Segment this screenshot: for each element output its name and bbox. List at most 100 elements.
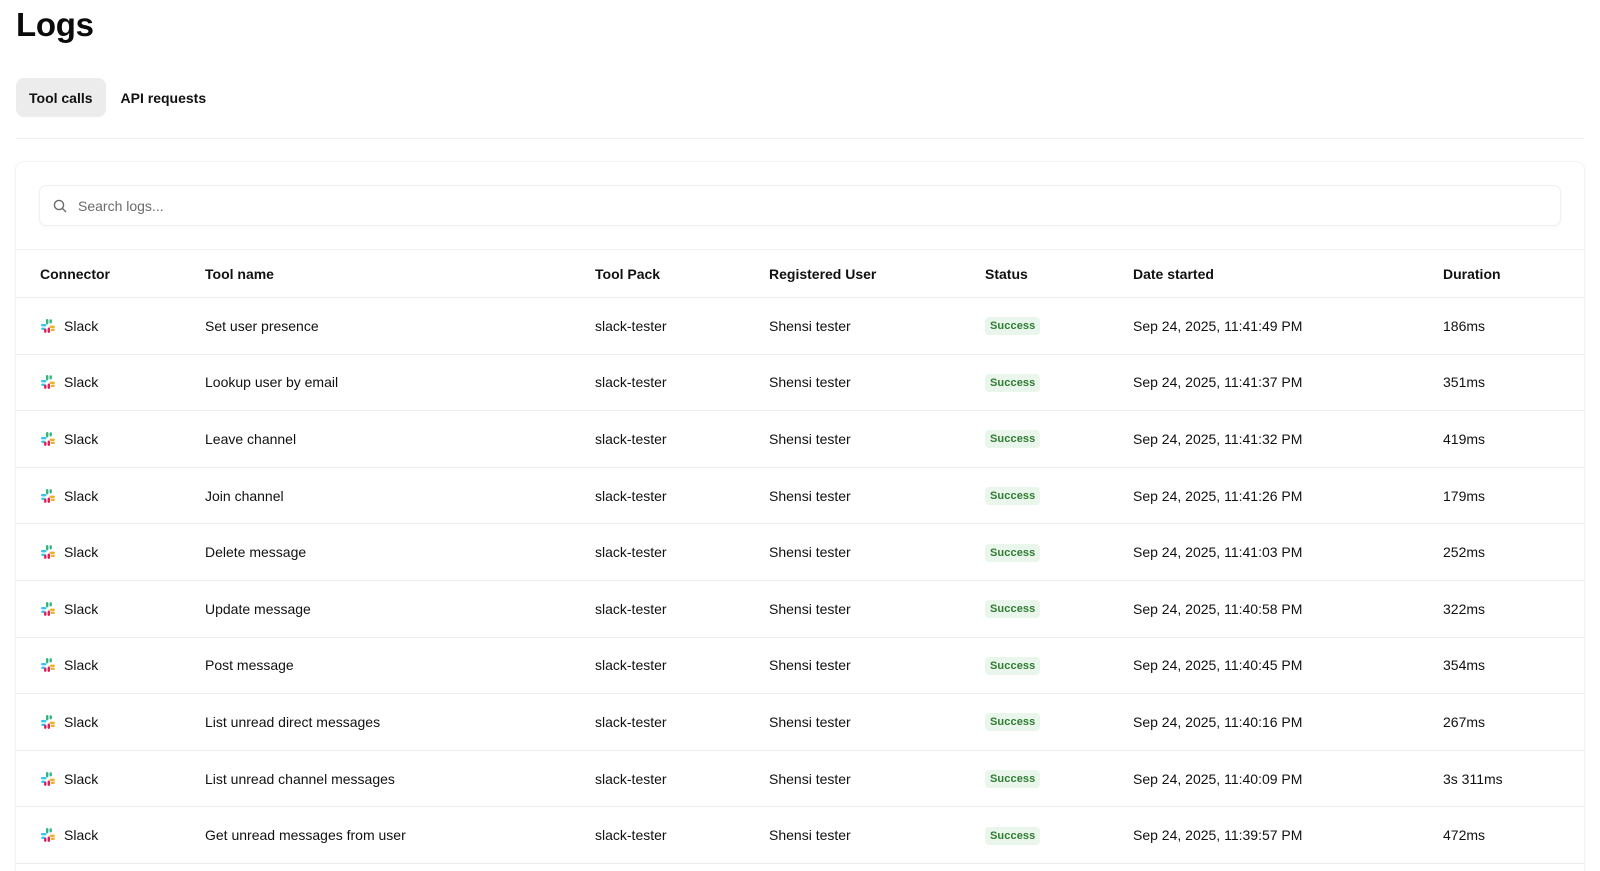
search-input[interactable] [78, 186, 1538, 225]
connector-cell: Slack [40, 431, 98, 447]
table-row[interactable]: Slack Leave channel slack-tester Shensi … [16, 411, 1584, 468]
table-row[interactable]: Slack Set user presence slack-tester She… [16, 298, 1584, 355]
connector-name: Slack [64, 374, 99, 391]
tab-api-requests[interactable]: API requests [108, 78, 220, 117]
registered-user: Shensi tester [769, 544, 851, 561]
status-cell: Success [985, 656, 1041, 675]
status-badge: Success [985, 600, 1041, 619]
duration: 3s 311ms [1443, 770, 1503, 787]
slack-icon [40, 374, 56, 390]
connector-cell: Slack [40, 544, 98, 560]
tool-pack: slack-tester [595, 374, 667, 391]
status-badge: Success [985, 543, 1041, 562]
status-cell: Success [985, 826, 1041, 845]
page-title: Logs [16, 6, 94, 43]
slack-icon [40, 431, 56, 447]
slack-icon [40, 601, 56, 617]
tab-tool-calls[interactable]: Tool calls [16, 78, 106, 117]
date-started: Sep 24, 2025, 11:41:49 PM [1133, 317, 1303, 334]
registered-user: Shensi tester [769, 657, 851, 674]
duration: 179ms [1443, 487, 1486, 504]
status-badge: Success [985, 770, 1041, 789]
tool-name: Leave channel [205, 430, 297, 447]
tool-pack: slack-tester [595, 487, 667, 504]
table-body: Slack Set user presence slack-tester She… [16, 298, 1584, 864]
table-row[interactable]: Slack Post message slack-tester Shensi t… [16, 638, 1584, 695]
connector-name: Slack [64, 317, 99, 334]
duration: 419ms [1443, 430, 1486, 447]
connector-name: Slack [64, 544, 99, 561]
duration: 472ms [1443, 827, 1486, 844]
status-cell: Success [985, 599, 1041, 619]
slack-icon [40, 544, 56, 560]
connector-cell: Slack [40, 827, 98, 843]
registered-user: Shensi tester [769, 430, 851, 447]
registered-user: Shensi tester [769, 374, 851, 391]
column-header-tool-pack[interactable]: Tool Pack [595, 266, 660, 282]
tool-name: Set user presence [205, 317, 319, 334]
column-header-tool-name[interactable]: Tool name [205, 266, 274, 282]
tool-name: Post message [205, 657, 294, 674]
header-divider [16, 138, 1584, 139]
status-cell: Success [985, 769, 1041, 789]
date-started: Sep 24, 2025, 11:41:37 PM [1133, 374, 1303, 391]
table-row[interactable]: Slack List unread direct messages slack-… [16, 694, 1584, 751]
column-header-connector[interactable]: Connector [40, 266, 110, 282]
tool-pack: slack-tester [595, 657, 667, 674]
duration: 267ms [1443, 713, 1486, 730]
table-row[interactable]: Slack Join channel slack-tester Shensi t… [16, 468, 1584, 525]
column-header-registered-user[interactable]: Registered User [769, 266, 876, 282]
connector-name: Slack [64, 600, 99, 617]
tool-name: List unread direct messages [205, 713, 381, 730]
status-cell: Success [985, 712, 1041, 732]
tool-name: Delete message [205, 544, 307, 561]
slack-icon [40, 318, 56, 334]
table-row[interactable]: Slack Lookup user by email slack-tester … [16, 355, 1584, 412]
tool-pack: slack-tester [595, 430, 667, 447]
connector-cell: Slack [40, 374, 98, 390]
slack-icon [40, 714, 56, 730]
duration: 354ms [1443, 657, 1486, 674]
column-header-date-started[interactable]: Date started [1133, 266, 1214, 282]
tool-name: Get unread messages from user [205, 827, 406, 844]
status-cell: Success [985, 429, 1041, 449]
registered-user: Shensi tester [769, 600, 851, 617]
registered-user: Shensi tester [769, 770, 851, 787]
status-badge: Success [985, 487, 1041, 506]
table-row[interactable]: Slack List unread channel messages slack… [16, 751, 1584, 808]
registered-user: Shensi tester [769, 317, 851, 334]
status-cell: Success [985, 486, 1041, 506]
column-header-duration[interactable]: Duration [1443, 266, 1501, 282]
status-badge: Success [985, 373, 1041, 392]
tool-pack: slack-tester [595, 600, 667, 617]
connector-name: Slack [64, 430, 99, 447]
connector-name: Slack [64, 713, 99, 730]
date-started: Sep 24, 2025, 11:39:57 PM [1133, 827, 1303, 844]
tool-pack: slack-tester [595, 713, 667, 730]
table-row[interactable]: Slack Update message slack-tester Shensi… [16, 581, 1584, 638]
status-badge: Success [985, 656, 1041, 675]
table-row[interactable]: Slack Get unread messages from user slac… [16, 807, 1584, 864]
search-box[interactable] [40, 186, 1560, 225]
status-cell: Success [985, 543, 1041, 562]
search-icon [52, 198, 68, 214]
slack-icon [40, 771, 56, 787]
tool-pack: slack-tester [595, 827, 667, 844]
connector-name: Slack [64, 770, 99, 787]
date-started: Sep 24, 2025, 11:41:03 PM [1133, 544, 1303, 561]
table-header: Connector Tool name Tool Pack Registered… [16, 250, 1584, 298]
connector-cell: Slack [40, 488, 98, 504]
date-started: Sep 24, 2025, 11:40:58 PM [1133, 600, 1303, 617]
tab-bar: Tool calls API requests [16, 78, 219, 117]
duration: 252ms [1443, 544, 1486, 561]
tool-pack: slack-tester [595, 544, 667, 561]
logs-panel: Connector Tool name Tool Pack Registered… [16, 162, 1584, 871]
date-started: Sep 24, 2025, 11:40:09 PM [1133, 770, 1303, 787]
status-badge: Success [985, 826, 1041, 845]
tool-pack: slack-tester [595, 770, 667, 787]
status-cell: Success [985, 373, 1041, 392]
slack-icon [40, 488, 56, 504]
connector-cell: Slack [40, 714, 98, 730]
table-row[interactable]: Slack Delete message slack-tester Shensi… [16, 524, 1584, 581]
column-header-status[interactable]: Status [985, 266, 1028, 282]
